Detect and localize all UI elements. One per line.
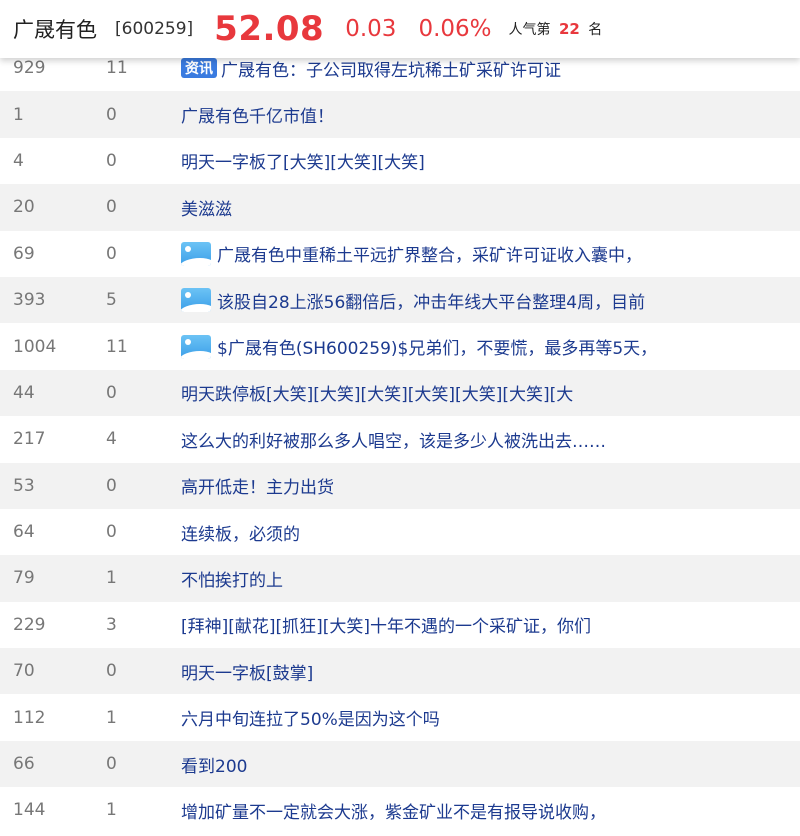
reply-count: 0	[106, 104, 117, 125]
post-row[interactable]: 144 1 增加矿量不一定就会大涨，紫金矿业不是有报导说收购，	[0, 787, 800, 833]
read-count: 393	[13, 290, 46, 311]
reply-count: 0	[106, 197, 117, 218]
stock-name[interactable]: 广晟有色	[13, 14, 97, 44]
post-row[interactable]: 229 3 [拜神][献花][抓狂][大笑]十年不遇的一个采矿证，你们	[0, 602, 800, 648]
reply-count: 0	[106, 522, 117, 543]
read-count: 53	[13, 475, 35, 496]
reply-count: 3	[106, 614, 117, 635]
stock-code: [600259]	[115, 19, 194, 39]
post-title-link[interactable]: 连续板，必须的	[181, 520, 300, 545]
post-row[interactable]: 217 4 这么大的利好被那么多人唱空，该是多少人被洗出去……	[0, 416, 800, 462]
stock-price: 52.08	[214, 9, 325, 49]
news-tag: 资讯	[181, 58, 217, 79]
image-icon	[181, 241, 211, 266]
read-count: 44	[13, 382, 35, 403]
read-count: 229	[13, 614, 46, 635]
reply-count: 0	[106, 754, 117, 775]
reply-count: 4	[106, 429, 117, 450]
post-row[interactable]: 1 0 广晟有色千亿市值！	[0, 91, 800, 138]
post-row[interactable]: 44 0 明天跌停板[大笑][大笑][大笑][大笑][大笑][大笑][大	[0, 369, 800, 417]
read-count: 64	[13, 522, 35, 543]
reply-count: 0	[106, 150, 117, 171]
reply-count: 1	[106, 707, 117, 728]
price-change-percent: 0.06%	[418, 16, 492, 42]
read-count: 929	[13, 58, 46, 79]
price-change: 0.03	[345, 16, 397, 42]
post-title-text: 明天一字板[鼓掌]	[181, 663, 314, 684]
reply-count: 0	[106, 661, 117, 682]
popularity-rank-number: 22	[558, 20, 580, 38]
post-row[interactable]: 69 0 广晟有色中重稀土平远扩界整合，采矿许可证收入囊中，	[0, 231, 800, 277]
read-count: 79	[13, 568, 35, 589]
post-title-text: 增加矿量不一定就会大涨，紫金矿业不是有报导说收购，	[181, 802, 606, 823]
post-title-text: $广晟有色(SH600259)$兄弟们，不要慌，最多再等5天，	[217, 339, 658, 360]
post-title-link[interactable]: 广晟有色中重稀土平远扩界整合，采矿许可证收入囊中，	[181, 241, 642, 266]
reply-count: 0	[106, 243, 117, 264]
stock-header: 广晟有色 [600259] 52.08 0.03 0.06% 人气第 22 名	[0, 0, 800, 58]
reply-count: 0	[106, 382, 117, 403]
reply-count: 11	[106, 58, 128, 79]
image-icon	[181, 288, 211, 313]
post-title-text: 该股自28上涨56翻倍后，冲击年线大平台整理4周，目前	[217, 292, 646, 313]
post-title-text: [拜神][献花][抓狂][大笑]十年不遇的一个采矿证，你们	[181, 617, 592, 638]
post-row[interactable]: 79 1 不怕挨打的上	[0, 555, 800, 602]
post-list: 929 11 资讯 广晟有色：子公司取得左坑稀土矿采矿许可证 1 0 广晟有色千亿市值！ 4 0…	[0, 45, 800, 834]
popularity-rank: 人气第 22 名	[509, 19, 603, 39]
read-count: 20	[13, 197, 35, 218]
post-row[interactable]: 20 0 美滋滋	[0, 184, 800, 231]
post-row[interactable]: 393 5 该股自28上涨56翻倍后，冲击年线大平台整理4周，目前	[0, 276, 800, 324]
read-count: 69	[13, 243, 35, 264]
post-row[interactable]: 112 1 六月中旬连拉了50%是因为这个吗	[0, 694, 800, 740]
post-title-link[interactable]: 明天一字板[鼓掌]	[181, 659, 313, 684]
post-title-link[interactable]: $广晟有色(SH600259)$兄弟们，不要慌，最多再等5天，	[181, 334, 657, 359]
post-title-text: 明天一字板了[大笑][大笑][大笑]	[181, 153, 425, 174]
reply-count: 5	[106, 290, 117, 311]
post-title-link[interactable]: 看到200	[181, 752, 247, 777]
post-title-text: 明天跌停板[大笑][大笑][大笑][大笑][大笑][大笑][大	[181, 385, 574, 406]
image-icon	[181, 334, 211, 359]
post-title-link[interactable]: 广晟有色千亿市值！	[181, 102, 334, 127]
post-title-text: 美滋滋	[181, 199, 232, 220]
post-title-link[interactable]: 六月中旬连拉了50%是因为这个吗	[181, 705, 440, 730]
post-title-link[interactable]: [拜神][献花][抓狂][大笑]十年不遇的一个采矿证，你们	[181, 612, 591, 637]
post-title-text: 高开低走！主力出货	[181, 478, 334, 499]
post-title-text: 广晟有色千亿市值！	[181, 107, 334, 128]
read-count: 1	[13, 104, 24, 125]
reply-count: 0	[106, 475, 117, 496]
post-title-text: 连续板，必须的	[181, 524, 300, 545]
post-title-text: 广晟有色中重稀土平远扩界整合，采矿许可证收入囊中，	[217, 246, 642, 267]
popularity-prefix: 人气第	[508, 22, 551, 38]
post-row[interactable]: 66 0 看到200	[0, 740, 800, 788]
post-title-link[interactable]: 该股自28上涨56翻倍后，冲击年线大平台整理4周，目前	[181, 288, 645, 313]
post-row[interactable]: 64 0 连续板，必须的	[0, 509, 800, 555]
reply-count: 11	[106, 336, 128, 357]
post-title-link[interactable]: 不怕挨打的上	[181, 566, 283, 591]
post-title-link[interactable]: 高开低走！主力出货	[181, 473, 334, 498]
post-title-link[interactable]: 明天一字板了[大笑][大笑][大笑]	[181, 148, 425, 173]
post-title-text: 广晟有色：子公司取得左坑稀土矿采矿许可证	[221, 60, 561, 81]
read-count: 112	[13, 707, 46, 728]
post-title-link[interactable]: 明天跌停板[大笑][大笑][大笑][大笑][大笑][大笑][大	[181, 380, 573, 405]
post-row[interactable]: 70 0 明天一字板[鼓掌]	[0, 648, 800, 695]
reply-count: 1	[106, 568, 117, 589]
read-count: 144	[13, 800, 46, 821]
post-title-text: 看到200	[181, 756, 248, 777]
post-title-link[interactable]: 这么大的利好被那么多人唱空，该是多少人被洗出去……	[181, 427, 606, 452]
read-count: 1004	[13, 336, 57, 357]
popularity-suffix: 名	[588, 22, 603, 38]
post-row[interactable]: 4 0 明天一字板了[大笑][大笑][大笑]	[0, 138, 800, 184]
post-row[interactable]: 1004 11 $广晟有色(SH600259)$兄弟们，不要慌，最多再等5天，	[0, 323, 800, 369]
read-count: 4	[13, 150, 24, 171]
reply-count: 1	[106, 800, 117, 821]
post-title-link[interactable]: 资讯 广晟有色：子公司取得左坑稀土矿采矿许可证	[181, 56, 561, 81]
post-title-text: 六月中旬连拉了50%是因为这个吗	[181, 710, 440, 731]
post-title-text: 不怕挨打的上	[181, 570, 283, 591]
read-count: 66	[13, 754, 35, 775]
post-title-link[interactable]: 美滋滋	[181, 195, 232, 220]
post-title-text: 这么大的利好被那么多人唱空，该是多少人被洗出去……	[181, 431, 606, 452]
read-count: 217	[13, 429, 46, 450]
post-title-link[interactable]: 增加矿量不一定就会大涨，紫金矿业不是有报导说收购，	[181, 798, 606, 823]
read-count: 70	[13, 661, 35, 682]
post-row[interactable]: 53 0 高开低走！主力出货	[0, 462, 800, 509]
